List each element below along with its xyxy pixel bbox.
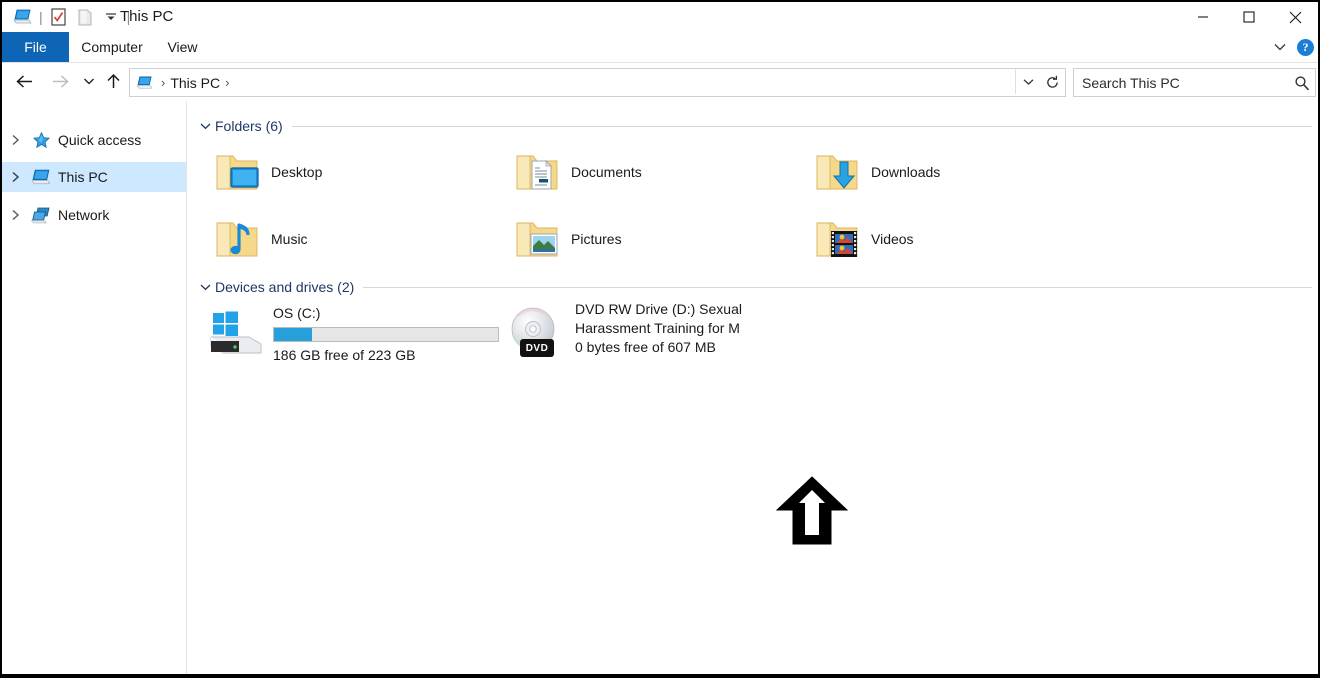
- up-arrow-annotation-icon: [775, 475, 849, 547]
- drive-details: DVD RW Drive (D:) Sexual Harassment Trai…: [575, 297, 742, 357]
- address-dropdown-chevron-icon[interactable]: [1015, 69, 1041, 94]
- breadcrumb-separator-1[interactable]: ›: [156, 75, 170, 90]
- items-view: Folders (6) Desktop Documents Downloads …: [187, 101, 1318, 674]
- drive-capacity-fill: [274, 328, 313, 341]
- quick-access-toolbar: | |: [10, 2, 133, 32]
- file-explorer-window: | | This PC File Computer View ? › This …: [2, 2, 1318, 674]
- properties-icon[interactable]: [46, 5, 72, 29]
- item-label: Desktop: [271, 164, 323, 180]
- group-title: Folders (6): [215, 118, 283, 134]
- search-box[interactable]: Search This PC: [1073, 68, 1316, 97]
- address-bar[interactable]: › This PC ›: [129, 68, 1042, 97]
- search-icon[interactable]: [1289, 75, 1315, 91]
- tab-file[interactable]: File: [2, 32, 69, 63]
- drive-details: OS (C:) 186 GB free of 223 GB: [273, 301, 499, 365]
- breadcrumb-separator-2[interactable]: ›: [220, 75, 234, 90]
- ribbon-collapse-chevron-icon[interactable]: [1273, 39, 1287, 57]
- drive-free-text: 186 GB free of 223 GB: [273, 347, 416, 363]
- new-folder-icon[interactable]: [72, 5, 98, 29]
- this-pc-icon: [28, 169, 54, 186]
- item-label: Documents: [571, 164, 642, 180]
- drive-name-line1: DVD RW Drive (D:) Sexual: [575, 301, 742, 317]
- chevron-down-icon[interactable]: [197, 122, 213, 130]
- sidebar-item-label: Network: [58, 207, 110, 223]
- title-bar: | | This PC: [2, 2, 1318, 32]
- folder-music-icon: [209, 211, 265, 267]
- item-label: Videos: [871, 231, 914, 247]
- hard-drive-icon: [205, 309, 267, 365]
- chevron-right-icon[interactable]: [2, 209, 28, 221]
- this-pc-icon[interactable]: [10, 5, 36, 29]
- ribbon-tab-bar: File Computer View ?: [2, 32, 1318, 63]
- address-this-pc-icon[interactable]: [134, 76, 156, 90]
- item-desktop[interactable]: Desktop: [209, 144, 322, 200]
- item-music[interactable]: Music: [209, 211, 308, 267]
- sidebar-item-network[interactable]: Network: [2, 200, 186, 230]
- maximize-button[interactable]: [1226, 2, 1272, 32]
- window-controls: [1180, 2, 1318, 32]
- search-input[interactable]: Search This PC: [1082, 75, 1289, 91]
- chevron-down-icon[interactable]: [197, 283, 213, 291]
- star-icon: [28, 131, 54, 150]
- dvd-drive-icon: DVD: [507, 305, 569, 361]
- sidebar-item-quick-access[interactable]: Quick access: [2, 125, 186, 155]
- item-label: Music: [271, 231, 308, 247]
- group-rule: [291, 125, 1312, 127]
- refresh-button[interactable]: [1040, 68, 1066, 97]
- tab-view[interactable]: View: [160, 32, 205, 63]
- item-videos[interactable]: Videos: [809, 211, 914, 267]
- ribbon-right-controls: ?: [1273, 32, 1314, 63]
- network-icon: [28, 206, 54, 224]
- recent-locations-chevron-icon[interactable]: [78, 63, 100, 100]
- drive-name-line2: Harassment Training for M: [575, 320, 740, 336]
- folder-pictures-icon: [509, 211, 565, 267]
- window-title: This PC: [120, 8, 174, 25]
- folder-documents-icon: [509, 144, 565, 200]
- item-pictures[interactable]: Pictures: [509, 211, 622, 267]
- folder-videos-icon: [809, 211, 865, 267]
- group-header-devices[interactable]: Devices and drives (2): [197, 279, 1312, 295]
- chevron-right-icon[interactable]: [2, 134, 28, 146]
- tab-computer[interactable]: Computer: [76, 32, 148, 63]
- forward-button[interactable]: [46, 63, 74, 100]
- item-label: Downloads: [871, 164, 941, 180]
- drive-capacity-bar: [273, 327, 499, 342]
- back-button[interactable]: [10, 63, 38, 100]
- qat-separator-1: |: [39, 9, 43, 25]
- minimize-button[interactable]: [1180, 2, 1226, 32]
- drive-free-text: 0 bytes free of 607 MB: [575, 339, 716, 355]
- up-button[interactable]: [100, 63, 126, 100]
- sidebar-item-label: Quick access: [58, 132, 142, 148]
- dvd-badge: DVD: [520, 339, 554, 357]
- breadcrumb-this-pc[interactable]: This PC: [170, 75, 220, 91]
- folder-desktop-icon: [209, 144, 265, 200]
- sidebar-item-this-pc[interactable]: This PC: [2, 162, 186, 192]
- navigation-bar: › This PC › Search This PC: [2, 63, 1318, 100]
- drive-os-c[interactable]: OS (C:) 186 GB free of 223 GB: [205, 301, 499, 365]
- navigation-pane: Quick access This PC Network: [2, 101, 186, 674]
- item-label: Pictures: [571, 231, 622, 247]
- help-icon[interactable]: ?: [1297, 39, 1314, 56]
- explorer-body: Quick access This PC Network Folders (6)…: [2, 101, 1318, 674]
- group-rule: [363, 286, 1312, 288]
- drive-dvd-d[interactable]: DVD DVD RW Drive (D:) Sexual Harassment …: [507, 297, 742, 361]
- close-button[interactable]: [1272, 2, 1318, 32]
- sidebar-item-label: This PC: [58, 169, 108, 185]
- group-header-folders[interactable]: Folders (6): [197, 118, 1312, 134]
- folder-downloads-icon: [809, 144, 865, 200]
- group-title: Devices and drives (2): [215, 279, 355, 295]
- drive-name: OS (C:): [273, 305, 321, 321]
- item-documents[interactable]: Documents: [509, 144, 642, 200]
- item-downloads[interactable]: Downloads: [809, 144, 940, 200]
- chevron-right-icon[interactable]: [2, 171, 28, 183]
